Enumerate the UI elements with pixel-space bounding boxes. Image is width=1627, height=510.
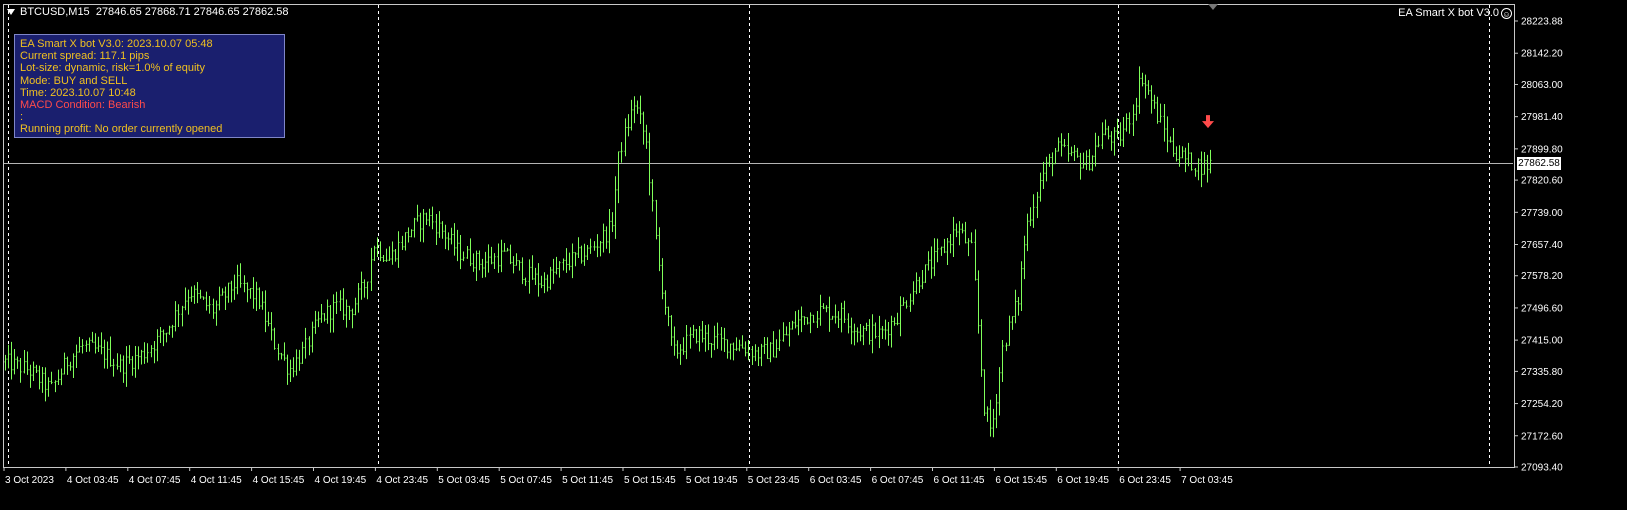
y-tick-label: 27899.80 — [1521, 144, 1563, 155]
y-tick-label: 28223.88 — [1521, 17, 1563, 28]
y-tick-label: 27335.80 — [1521, 367, 1563, 378]
y-tick-label: 27657.40 — [1521, 240, 1563, 251]
expert-advisor-label[interactable]: EA Smart X bot V3.0 ☺ — [1398, 7, 1512, 19]
symbol-header[interactable]: BTCUSD,M15 27846.65 27868.71 27846.65 27… — [7, 6, 289, 18]
panel-line-mode: Mode: BUY and SELL — [20, 74, 128, 87]
x-tick-label: 5 Oct 07:45 — [500, 475, 552, 486]
current-price-label: 27862.58 — [1517, 157, 1561, 171]
y-tick-label: 27093.40 — [1521, 463, 1563, 474]
y-tick-label: 27578.20 — [1521, 271, 1563, 282]
y-tick-label: 27415.00 — [1521, 336, 1563, 347]
x-tick-label: 6 Oct 19:45 — [1057, 475, 1109, 486]
panel-line-lotsize: Lot-size: dynamic, risk=1.0% of equity — [20, 62, 205, 75]
y-tick-label: 27496.60 — [1521, 303, 1563, 314]
x-tick-label: 6 Oct 03:45 — [810, 475, 862, 486]
x-tick-label: 4 Oct 11:45 — [191, 475, 242, 486]
chart-shift-marker[interactable] — [1208, 4, 1218, 10]
x-tick-label: 6 Oct 15:45 — [995, 475, 1047, 486]
x-tick-label: 3 Oct 2023 — [5, 475, 54, 486]
chart-window[interactable]: 28223.88 28142.20 28063.00 27981.40 27899.80… — [0, 0, 1627, 510]
y-tick-label: 27981.40 — [1521, 112, 1563, 123]
x-tick-label: 5 Oct 23:45 — [748, 475, 800, 486]
panel-line-time: Time: 2023.10.07 10:48 — [20, 86, 136, 99]
x-tick-label: 4 Oct 07:45 — [129, 475, 181, 486]
x-tick-label: 4 Oct 23:45 — [376, 475, 428, 486]
x-tick-label: 5 Oct 03:45 — [438, 475, 490, 486]
dropdown-arrow-icon[interactable] — [7, 9, 15, 16]
y-tick-label: 27172.60 — [1521, 431, 1563, 442]
x-tick-label: 6 Oct 07:45 — [872, 475, 924, 486]
ea-name: EA Smart X bot V3.0 — [1398, 7, 1499, 19]
x-tick-label: 5 Oct 15:45 — [624, 475, 676, 486]
y-tick-label: 28142.20 — [1521, 49, 1563, 60]
smiley-face-icon: ☺ — [1501, 7, 1512, 19]
y-tick-label: 27739.00 — [1521, 208, 1563, 219]
panel-line-spread: Current spread: 117.1 pips — [20, 50, 150, 63]
x-tick-label: 5 Oct 11:45 — [562, 475, 613, 486]
y-tick-label: 27820.60 — [1521, 176, 1563, 187]
x-tick-label: 4 Oct 19:45 — [315, 475, 367, 486]
x-tick-label: 6 Oct 23:45 — [1119, 475, 1171, 486]
panel-line-macd: MACD Condition: Bearish — [20, 99, 146, 112]
y-tick-label: 27254.20 — [1521, 399, 1563, 410]
x-tick-label: 7 Oct 03:45 — [1181, 475, 1233, 486]
ea-info-panel: EA Smart X bot V3.0: 2023.10.07 05:48 Cu… — [14, 34, 285, 138]
panel-line-profit: Running profit: No order currently opene… — [20, 123, 223, 136]
panel-line-separator: : — [20, 111, 24, 124]
ohlc-values: 27846.65 27868.71 27846.65 27862.58 — [95, 6, 289, 18]
symbol-label: BTCUSD,M15 — [20, 6, 90, 18]
x-tick-label: 4 Oct 15:45 — [253, 475, 305, 486]
x-tick-label: 4 Oct 03:45 — [67, 475, 119, 486]
x-tick-label: 6 Oct 11:45 — [934, 475, 985, 486]
x-tick-label: 5 Oct 19:45 — [686, 475, 738, 486]
y-tick-label: 28063.00 — [1521, 80, 1563, 91]
panel-line-version: EA Smart X bot V3.0: 2023.10.07 05:48 — [20, 38, 213, 50]
